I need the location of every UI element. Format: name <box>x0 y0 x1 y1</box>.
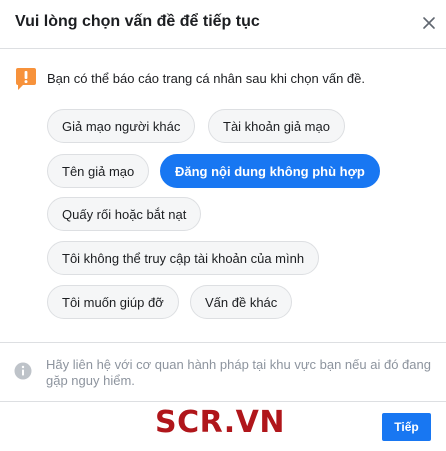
warning-icon <box>14 67 38 91</box>
footer-divider <box>0 401 446 402</box>
option-harassment[interactable]: Quấy rối hoặc bắt nạt <box>47 197 202 231</box>
dialog-header: Vui lòng chọn vấn đề để tiếp tục <box>0 0 446 49</box>
option-inappropriate-content[interactable]: Đăng nội dung không phù hợp <box>160 154 380 188</box>
option-want-to-help[interactable]: Tôi muốn giúp đỡ <box>47 285 179 319</box>
option-fake-name[interactable]: Tên giả mạo <box>47 154 150 188</box>
option-other[interactable]: Vấn đề khác <box>190 285 293 319</box>
next-button[interactable]: Tiếp <box>382 413 431 441</box>
watermark: SCR.VN <box>155 405 286 440</box>
close-icon <box>423 17 435 29</box>
notice-text: Bạn có thể báo cáo trang cá nhân sau khi… <box>47 71 366 86</box>
divider <box>0 342 446 343</box>
option-fake-account[interactable]: Tài khoản giả mạo <box>208 109 345 143</box>
option-cannot-access-account[interactable]: Tôi không thể truy cập tài khoản của mìn… <box>47 241 320 275</box>
safety-info-text: Hãy liên hệ với cơ quan hành pháp tại kh… <box>46 357 431 388</box>
report-dialog: Vui lòng chọn vấn đề để tiếp tục Bạn có … <box>0 0 446 451</box>
info-icon <box>14 362 32 380</box>
close-button[interactable] <box>420 14 438 32</box>
dialog-title: Vui lòng chọn vấn đề để tiếp tục <box>15 13 260 30</box>
option-impersonation[interactable]: Giả mạo người khác <box>47 109 196 143</box>
notice: Bạn có thể báo cáo trang cá nhân sau khi… <box>14 67 434 91</box>
